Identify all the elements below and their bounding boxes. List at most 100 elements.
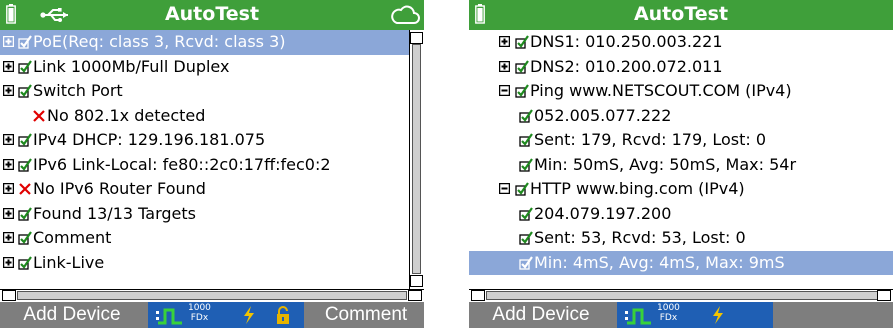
list-item-label: DNS2: 010.200.072.011 [530, 56, 723, 76]
title-bar: AutoTest [0, 0, 424, 30]
list-item-label: No 802.1x detected [47, 105, 206, 125]
check-icon [18, 35, 32, 49]
duplex-value: FDx [659, 313, 678, 323]
list-item[interactable]: Link-Live [0, 251, 424, 276]
list-item[interactable]: No 802.1x detected [0, 104, 424, 129]
list-item[interactable]: IPv4 DHCP: 129.196.181.075 [0, 128, 424, 153]
list-item[interactable]: Comment [0, 226, 424, 251]
horizontal-scroll-thumb[interactable] [486, 291, 882, 300]
minus-expander-icon[interactable] [499, 85, 510, 96]
list-item-label: Found 13/13 Targets [33, 203, 196, 223]
autotest-results-list[interactable]: PoE(Req: class 3, Rcvd: class 3) Link 100… [0, 30, 424, 288]
empty-softkey[interactable] [777, 302, 893, 328]
list-item[interactable]: No IPv6 Router Found [0, 177, 424, 202]
list-item-label: PoE(Req: class 3, Rcvd: class 3) [33, 32, 286, 51]
check-icon [18, 59, 32, 74]
minus-expander-icon[interactable] [499, 183, 510, 194]
add-device-button[interactable]: Add Device [0, 302, 144, 328]
list-item-label: DNS1: 010.250.003.221 [530, 32, 723, 51]
bolt-icon [713, 306, 723, 324]
check-icon [519, 255, 533, 270]
list-item[interactable]: 052.005.077.222 [469, 104, 893, 129]
list-item[interactable]: Ping www.NETSCOUT.COM (IPv4) [469, 79, 893, 104]
scroll-left-button[interactable] [2, 290, 16, 301]
scroll-thumb[interactable] [412, 44, 421, 274]
check-icon [515, 84, 529, 98]
link-speed-label: 1000 FDx [188, 303, 211, 323]
list-item[interactable]: Found 13/13 Targets [0, 202, 424, 227]
plus-expander-icon[interactable] [3, 85, 14, 96]
scroll-right-button[interactable] [408, 290, 422, 301]
plus-expander-icon[interactable] [3, 256, 14, 268]
list-item-label: 204.079.197.200 [534, 203, 672, 223]
check-icon [519, 108, 533, 123]
list-item[interactable]: Min: 4mS, Avg: 4mS, Max: 9mS [469, 250, 893, 275]
list-item-label: Min: 4mS, Avg: 4mS, Max: 9mS [534, 252, 785, 272]
list-item-label: Comment [33, 228, 112, 247]
link-speed-value: 1000 [188, 303, 211, 313]
list-item-label: Sent: 53, Rcvd: 53, Lost: 0 [534, 228, 746, 247]
list-item[interactable]: Switch Port [0, 79, 424, 104]
comment-button[interactable]: Comment [308, 302, 424, 328]
check-icon [18, 231, 32, 245]
link-pulse-icon [156, 308, 182, 325]
plus-expander-icon[interactable] [3, 36, 14, 47]
list-item[interactable]: Sent: 179, Rcvd: 179, Lost: 0 [469, 128, 893, 153]
link-speed-label: 1000 FDx [657, 303, 680, 323]
list-item-label: Switch Port [33, 81, 123, 100]
check-icon [519, 157, 533, 172]
plus-expander-icon[interactable] [3, 134, 14, 145]
cloud-icon[interactable] [390, 4, 420, 26]
list-item[interactable]: IPv6 Link-Local: fe80::2c0:17ff:fec0:2 [0, 153, 424, 178]
vertical-scrollbar[interactable] [409, 30, 424, 289]
autotest-screen-left: AutoTest PoE(Req: class 3, Rcvd: class 3… [0, 0, 424, 328]
plus-expander-icon[interactable] [3, 232, 14, 243]
scroll-left-button[interactable] [471, 290, 485, 301]
list-item-label: Min: 50mS, Avg: 50mS, Max: 54r [534, 154, 797, 174]
add-device-button[interactable]: Add Device [469, 302, 613, 328]
autotest-detail-list[interactable]: DNS1: 010.250.003.221 DNS2: 010.200.072.0… [469, 30, 893, 288]
list-item[interactable]: PoE(Req: class 3, Rcvd: class 3) [0, 30, 424, 55]
plus-expander-icon[interactable] [3, 207, 14, 219]
list-item-label: Ping www.NETSCOUT.COM (IPv4) [530, 81, 792, 100]
scroll-down-button[interactable] [410, 275, 423, 287]
link-status-strip: 1000 FDx [148, 302, 304, 328]
scroll-right-button[interactable] [877, 290, 891, 301]
check-icon [515, 182, 529, 196]
list-item-label: Sent: 179, Rcvd: 179, Lost: 0 [534, 130, 767, 149]
list-item-label: Link-Live [33, 252, 105, 272]
plus-expander-icon[interactable] [3, 158, 14, 170]
check-icon [18, 206, 32, 221]
link-status-strip: 1000 FDx [617, 302, 773, 328]
title-bar: AutoTest [469, 0, 893, 30]
list-item[interactable]: HTTP www.bing.com (IPv4) [469, 177, 893, 202]
horizontal-scroll-thumb[interactable] [17, 291, 407, 300]
lock-icon [277, 306, 289, 324]
list-item[interactable]: Link 1000Mb/Full Duplex [0, 55, 424, 80]
plus-expander-icon[interactable] [499, 60, 510, 72]
list-item-label: Link 1000Mb/Full Duplex [33, 56, 230, 76]
list-item[interactable]: DNS2: 010.200.072.011 [469, 55, 893, 80]
list-item-label: 052.005.077.222 [534, 105, 672, 125]
list-item[interactable]: 204.079.197.200 [469, 202, 893, 227]
horizontal-scrollbar[interactable] [469, 289, 893, 302]
check-icon [18, 84, 32, 98]
scroll-up-button[interactable] [410, 32, 423, 44]
vertical-scroll-edge [879, 30, 893, 289]
check-icon [519, 231, 533, 245]
page-title: AutoTest [633, 3, 729, 25]
check-icon [519, 133, 533, 147]
list-item-label: IPv4 DHCP: 129.196.181.075 [33, 130, 266, 149]
horizontal-scrollbar[interactable] [0, 289, 424, 302]
cross-icon [33, 109, 45, 122]
plus-expander-icon[interactable] [499, 36, 510, 47]
list-item[interactable]: Min: 50mS, Avg: 50mS, Max: 54r [469, 153, 893, 178]
bolt-icon [244, 306, 254, 324]
plus-expander-icon[interactable] [3, 183, 14, 194]
duplex-value: FDx [190, 313, 209, 323]
list-item[interactable]: DNS1: 010.250.003.221 [469, 30, 893, 55]
autotest-screen-right: AutoTest DNS1: 010.250.003.221 DNS2: 010.… [469, 0, 893, 328]
list-item[interactable]: Sent: 53, Rcvd: 53, Lost: 0 [469, 226, 893, 251]
cross-icon [19, 183, 31, 195]
plus-expander-icon[interactable] [3, 60, 14, 72]
